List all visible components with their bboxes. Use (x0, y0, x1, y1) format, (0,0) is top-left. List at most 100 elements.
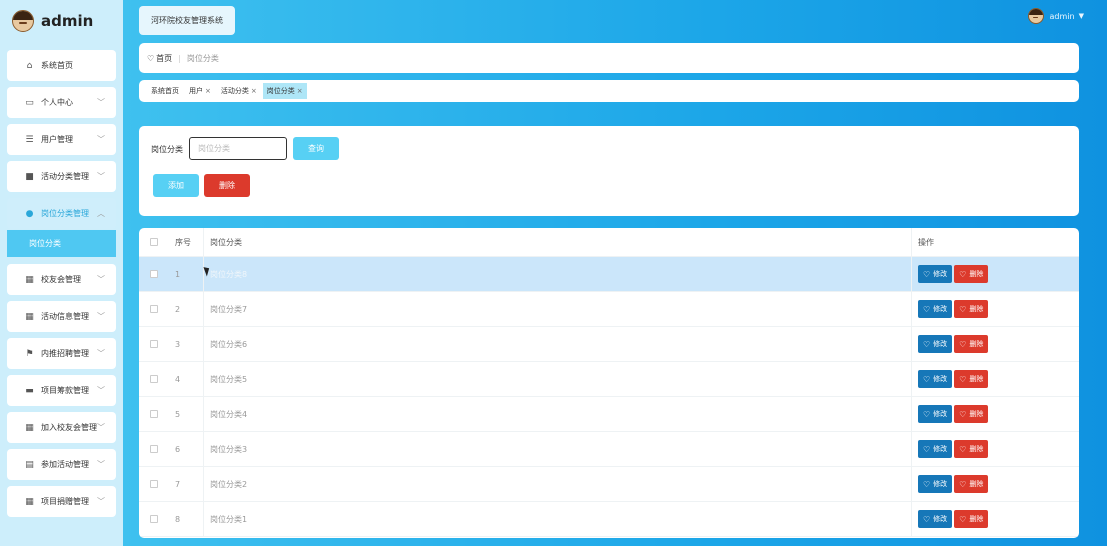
search-label: 岗位分类 (151, 145, 183, 154)
sidebar-item-label: 活动分类管理 (41, 172, 89, 181)
admin-avatar (12, 10, 34, 32)
table-row[interactable]: 7 岗位分类2 ♡ 修改 ♡ 删除 (139, 467, 1079, 502)
edit-label: 修改 (933, 445, 948, 453)
search-button[interactable]: 查询 (293, 137, 339, 160)
sidebar-item-6[interactable]: ▦ 校友会管理 ﹀ (7, 264, 116, 295)
delete-label: 删除 (969, 515, 984, 523)
sidebar-item-1[interactable]: ⌂ 系统首页 (7, 50, 116, 81)
user-menu[interactable]: admin ▼ (1027, 8, 1084, 24)
table-row[interactable]: 6 岗位分类3 ♡ 修改 ♡ 删除 (139, 432, 1079, 467)
heart-icon: ♡ (959, 409, 967, 419)
row-checkbox[interactable] (150, 375, 158, 383)
table-row[interactable]: 5 岗位分类4 ♡ 修改 ♡ 删除 (139, 397, 1079, 432)
data-table: 序号 岗位分类 操作 1 岗位分类8 ♡ 修改 ♡ 删除 2 岗位分类7 ♡ 修改 ♡ 删除 3 岗位分类… (139, 228, 1079, 538)
delete-button[interactable]: ♡ 删除 (954, 300, 989, 318)
tab-4[interactable]: 岗位分类 × (262, 83, 307, 99)
sidebar-item-label: 个人中心 (41, 98, 73, 107)
caret-down-icon: ▼ (1078, 12, 1084, 20)
row-name: 岗位分类1 (203, 502, 911, 536)
sidebar-item-2[interactable]: ▭ 个人中心 ﹀ (7, 87, 116, 118)
close-icon[interactable]: × (297, 87, 303, 95)
edit-button[interactable]: ♡ 修改 (918, 370, 953, 388)
tab-3[interactable]: 活动分类 × (217, 83, 261, 99)
sidebar-item-12[interactable]: ▦ 项目捐赠管理 ﹀ (7, 486, 116, 517)
window-icon: ▭ (25, 97, 34, 108)
row-checkbox[interactable] (150, 480, 158, 488)
delete-button[interactable]: ♡ 删除 (954, 510, 989, 528)
row-checkbox[interactable] (150, 340, 158, 348)
table-header: 序号 岗位分类 操作 (139, 228, 1079, 257)
table-row[interactable]: 4 岗位分类5 ♡ 修改 ♡ 删除 (139, 362, 1079, 397)
breadcrumb-home[interactable]: 首页 (156, 53, 172, 64)
submenu-item-job-category[interactable]: 岗位分类 (7, 230, 116, 257)
edit-label: 修改 (933, 375, 948, 383)
sidebar-item-8[interactable]: ⚑ 内推招聘管理 ﹀ (7, 338, 116, 369)
close-icon[interactable]: × (251, 87, 257, 95)
sidebar-item-7[interactable]: ▦ 活动信息管理 ﹀ (7, 301, 116, 332)
sidebar-item-label: 参加活动管理 (41, 460, 89, 469)
sidebar-item-11[interactable]: ▤ 参加活动管理 ﹀ (7, 449, 116, 480)
row-index: 2 (175, 304, 181, 314)
edit-button[interactable]: ♡ 修改 (918, 510, 953, 528)
delete-button[interactable]: ♡ 删除 (954, 440, 989, 458)
row-checkbox[interactable] (150, 305, 158, 313)
chevron-down-icon: ﹀ (97, 275, 105, 284)
edit-button[interactable]: ♡ 修改 (918, 265, 953, 283)
heart-icon: ♡ (959, 339, 967, 349)
pin-icon: ● (25, 208, 34, 219)
header-index: 序号 (175, 237, 191, 247)
edit-label: 修改 (933, 340, 948, 348)
edit-label: 修改 (933, 305, 948, 313)
delete-button[interactable]: ♡ 删除 (954, 335, 989, 353)
table-row[interactable]: 2 岗位分类7 ♡ 修改 ♡ 删除 (139, 292, 1079, 327)
sidebar-item-5[interactable]: ● 岗位分类管理 ︿ (7, 198, 116, 229)
table-row[interactable]: 1 岗位分类8 ♡ 修改 ♡ 删除 (139, 257, 1079, 292)
sidebar-item-10[interactable]: ▦ 加入校友会管理 ﹀ (7, 412, 116, 443)
edit-button[interactable]: ♡ 修改 (918, 405, 953, 423)
heart-icon: ♡ (923, 514, 931, 524)
chevron-down-icon: ﹀ (97, 386, 105, 395)
edit-button[interactable]: ♡ 修改 (918, 300, 953, 318)
heart-icon: ♡ (959, 269, 967, 279)
row-checkbox[interactable] (150, 445, 158, 453)
grid-icon: ▦ (25, 274, 34, 285)
edit-button[interactable]: ♡ 修改 (918, 335, 953, 353)
tab-2[interactable]: 用户 × (185, 83, 215, 99)
edit-button[interactable]: ♡ 修改 (918, 475, 953, 493)
heart-icon: ♡ (147, 53, 155, 63)
select-all-checkbox[interactable] (150, 238, 158, 246)
delete-button[interactable]: ♡ 删除 (954, 475, 989, 493)
chevron-down-icon: ﹀ (97, 312, 105, 321)
row-checkbox[interactable] (150, 270, 158, 278)
sidebar-item-3[interactable]: ☰ 用户管理 ﹀ (7, 124, 116, 155)
chevron-down-icon: ﹀ (97, 135, 105, 144)
tab-1[interactable]: 系统首页 (147, 83, 183, 99)
row-name: 岗位分类2 (203, 467, 911, 501)
row-checkbox[interactable] (150, 515, 158, 523)
row-index: 1 (175, 269, 181, 279)
batch-delete-button[interactable]: 删除 (204, 174, 250, 197)
sidebar-item-label: 系统首页 (41, 61, 73, 70)
table-row[interactable]: 3 岗位分类6 ♡ 修改 ♡ 删除 (139, 327, 1079, 362)
sidebar-item-label: 加入校友会管理 (41, 423, 97, 432)
breadcrumb: ♡ 首页 | 岗位分类 (139, 43, 1079, 73)
add-button[interactable]: 添加 (153, 174, 199, 197)
search-input[interactable] (189, 137, 287, 160)
sidebar-item-label: 岗位分类管理 (41, 209, 89, 218)
breadcrumb-current: 岗位分类 (186, 53, 219, 63)
delete-button[interactable]: ♡ 删除 (954, 370, 989, 388)
heart-icon: ♡ (959, 444, 967, 454)
sidebar-item-4[interactable]: ■ 活动分类管理 ﹀ (7, 161, 116, 192)
table-row[interactable]: 8 岗位分类1 ♡ 修改 ♡ 删除 (139, 502, 1079, 537)
row-name: 岗位分类8 (203, 257, 911, 291)
delete-button[interactable]: ♡ 删除 (954, 405, 989, 423)
sidebar-item-9[interactable]: ▬ 项目筹款管理 ﹀ (7, 375, 116, 406)
close-icon[interactable]: × (205, 87, 211, 95)
sidebar-item-label: 校友会管理 (41, 275, 81, 284)
delete-button[interactable]: ♡ 删除 (954, 265, 989, 283)
edit-button[interactable]: ♡ 修改 (918, 440, 953, 458)
row-checkbox[interactable] (150, 410, 158, 418)
tab-label: 活动分类 (220, 87, 249, 95)
heart-icon: ♡ (959, 304, 967, 314)
delete-label: 删除 (969, 270, 984, 278)
